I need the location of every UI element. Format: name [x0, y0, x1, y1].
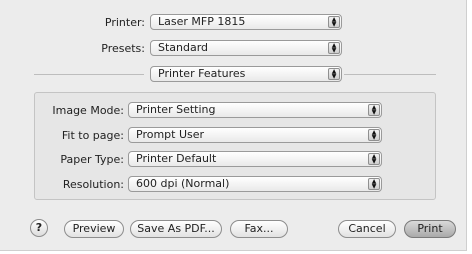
popup-arrows-icon: ▲ ▼	[328, 42, 340, 54]
fax-button[interactable]: Fax...	[230, 220, 288, 238]
pane-selector-value: Printer Features	[158, 67, 246, 80]
fit-to-page-label: Fit to page:	[61, 129, 124, 142]
popup-arrows-icon: ▲ ▼	[328, 68, 340, 80]
question-mark-icon: ?	[35, 221, 43, 234]
popup-arrows-icon: ▲ ▼	[368, 178, 380, 190]
resolution-popup[interactable]: 600 dpi (Normal) ▲ ▼	[128, 176, 382, 192]
image-mode-value: Printer Setting	[136, 103, 216, 116]
preview-button[interactable]: Preview	[64, 220, 124, 238]
printer-popup[interactable]: Laser MFP 1815 ▲ ▼	[150, 14, 342, 30]
printer-value: Laser MFP 1815	[158, 15, 246, 28]
paper-type-value: Printer Default	[136, 152, 217, 165]
divider-right	[344, 74, 436, 75]
popup-arrows-icon: ▲ ▼	[368, 129, 380, 141]
popup-arrows-icon: ▲ ▼	[328, 16, 340, 28]
printer-label: Printer:	[104, 16, 145, 29]
divider-left	[34, 74, 144, 75]
fit-to-page-value: Prompt User	[136, 128, 205, 141]
paper-type-popup[interactable]: Printer Default ▲ ▼	[128, 151, 382, 167]
pane-selector-popup[interactable]: Printer Features ▲ ▼	[150, 66, 342, 82]
cancel-button[interactable]: Cancel	[338, 220, 396, 238]
presets-popup[interactable]: Standard ▲ ▼	[150, 40, 342, 56]
print-button[interactable]: Print	[404, 220, 456, 238]
image-mode-popup[interactable]: Printer Setting ▲ ▼	[128, 102, 382, 118]
popup-arrows-icon: ▲ ▼	[368, 153, 380, 165]
resolution-label: Resolution:	[62, 178, 124, 191]
paper-type-label: Paper Type:	[60, 153, 124, 166]
print-dialog: Printer: Laser MFP 1815 ▲ ▼ Presets: Stan…	[0, 0, 467, 251]
resolution-value: 600 dpi (Normal)	[136, 177, 230, 190]
help-button[interactable]: ?	[30, 219, 48, 237]
save-as-pdf-button[interactable]: Save As PDF...	[130, 220, 222, 238]
popup-arrows-icon: ▲ ▼	[368, 104, 380, 116]
fit-to-page-popup[interactable]: Prompt User ▲ ▼	[128, 127, 382, 143]
presets-value: Standard	[158, 41, 209, 54]
image-mode-label: Image Mode:	[52, 104, 124, 117]
presets-label: Presets:	[101, 42, 145, 55]
